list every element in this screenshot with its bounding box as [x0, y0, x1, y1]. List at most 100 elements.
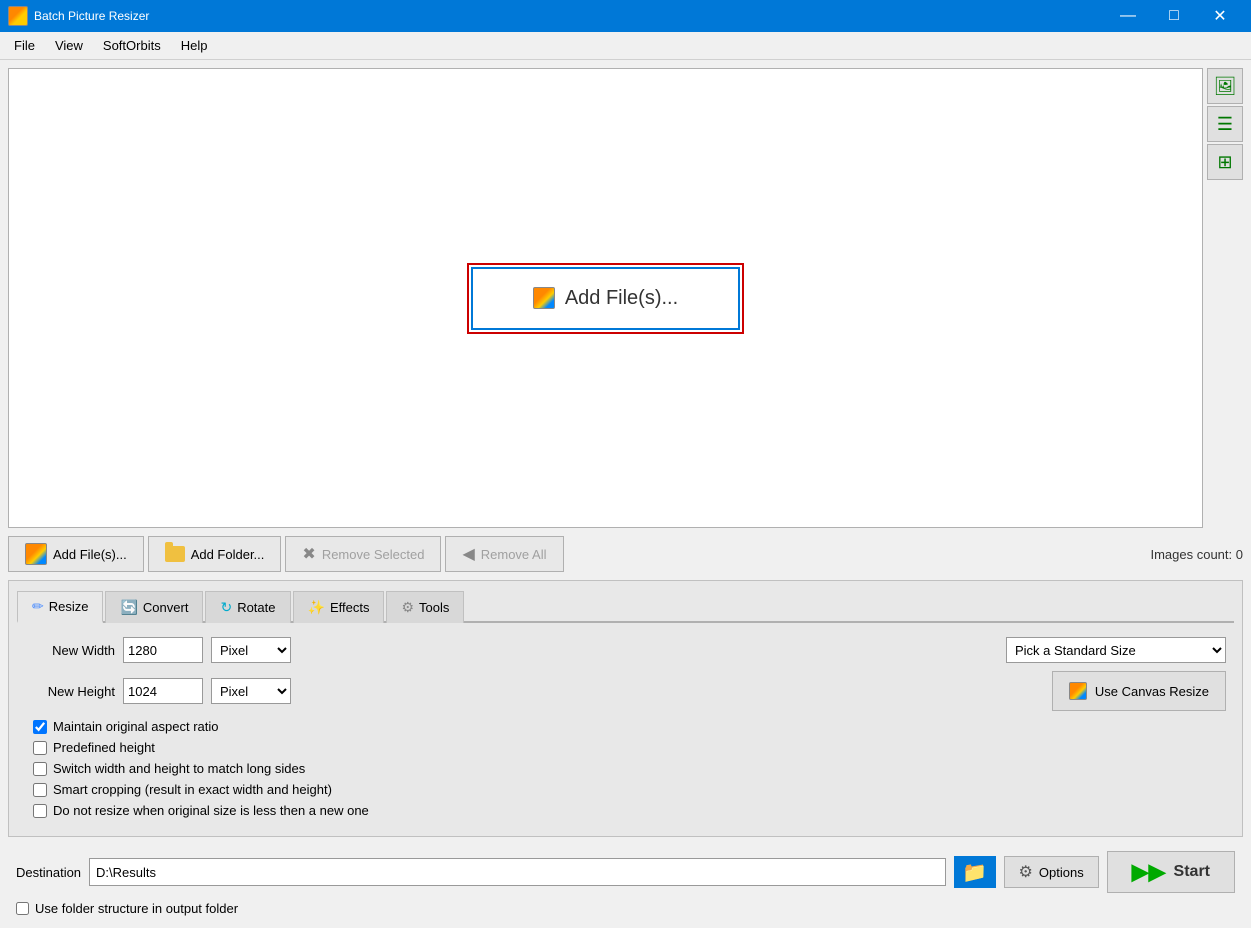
titlebar-controls: — □ ✕: [1105, 0, 1243, 32]
menu-file[interactable]: File: [4, 34, 45, 57]
view-thumbnail-button[interactable]: 🖼: [1207, 68, 1243, 104]
canvas-resize-label: Use Canvas Resize: [1095, 684, 1209, 699]
switch-wh-label: Switch width and height to match long si…: [53, 761, 305, 776]
tab-tools[interactable]: ⚙ Tools: [386, 591, 464, 623]
thumbnail-view-icon: 🖼: [1214, 76, 1237, 97]
footer-bar: Use folder structure in output folder: [8, 901, 1243, 920]
tab-resize-label: Resize: [49, 599, 89, 614]
list-view-icon: ☰: [1217, 114, 1233, 135]
destination-browse-button[interactable]: 📁: [954, 856, 996, 888]
rotate-tab-icon: ↻: [220, 599, 232, 616]
new-width-unit-select[interactable]: Pixel Percent Inch Cm: [211, 637, 291, 663]
remove-selected-label: Remove Selected: [322, 547, 425, 562]
canvas-resize-button[interactable]: Use Canvas Resize: [1052, 671, 1226, 711]
maintain-aspect-checkbox[interactable]: [33, 720, 47, 734]
new-width-input[interactable]: [123, 637, 203, 663]
menu-help[interactable]: Help: [171, 34, 218, 57]
smart-crop-label: Smart cropping (result in exact width an…: [53, 782, 332, 797]
add-files-icon: [25, 543, 47, 565]
resize-panel: New Width Pixel Percent Inch Cm Pick a S…: [17, 633, 1234, 828]
switch-wh-checkbox[interactable]: [33, 762, 47, 776]
add-folder-label: Add Folder...: [191, 547, 265, 562]
start-arrow-icon: ▶▶: [1132, 859, 1166, 885]
view-list-button[interactable]: ☰: [1207, 106, 1243, 142]
minimize-button[interactable]: —: [1105, 0, 1151, 32]
image-area: Add File(s)...: [8, 68, 1203, 528]
effects-tab-icon: ✨: [308, 599, 325, 616]
tab-rotate[interactable]: ↻ Rotate: [205, 591, 290, 623]
start-label: Start: [1174, 863, 1210, 881]
footer-left: Use folder structure in output folder: [16, 901, 238, 916]
canvas-resize-icon: [1069, 682, 1087, 700]
destination-input[interactable]: [89, 858, 946, 886]
maximize-button[interactable]: □: [1151, 0, 1197, 32]
destination-label: Destination: [16, 865, 81, 880]
view-buttons: 🖼 ☰ ⊞: [1207, 68, 1243, 528]
tab-tools-label: Tools: [419, 600, 449, 615]
standard-size-select[interactable]: Pick a Standard Size: [1006, 637, 1226, 663]
add-files-button[interactable]: Add File(s)...: [8, 536, 144, 572]
tab-convert[interactable]: 🔄 Convert: [105, 591, 203, 623]
add-files-label: Add File(s)...: [53, 547, 127, 562]
add-folder-icon: [165, 546, 185, 562]
predefined-height-label: Predefined height: [53, 740, 155, 755]
maintain-aspect-row: Maintain original aspect ratio: [33, 719, 1226, 734]
view-grid-button[interactable]: ⊞: [1207, 144, 1243, 180]
tab-resize[interactable]: ✏ Resize: [17, 591, 103, 623]
new-height-unit-select[interactable]: Pixel Percent Inch Cm: [211, 678, 291, 704]
close-button[interactable]: ✕: [1197, 0, 1243, 32]
image-area-wrapper: Add File(s)... 🖼 ☰ ⊞: [8, 68, 1243, 528]
folder-structure-label: Use folder structure in output folder: [35, 901, 238, 916]
options-button[interactable]: ⚙ Options: [1004, 856, 1099, 888]
switch-wh-row: Switch width and height to match long si…: [33, 761, 1226, 776]
maintain-aspect-label: Maintain original aspect ratio: [53, 719, 218, 734]
add-files-center-button[interactable]: Add File(s)...: [471, 267, 740, 330]
add-files-center-icon: [533, 287, 555, 309]
images-count: Images count: 0: [1150, 547, 1243, 562]
destination-bar: Destination 📁 ⚙ Options ▶▶ Start: [8, 847, 1243, 897]
remove-all-icon: ◀: [462, 544, 474, 564]
convert-tab-icon: 🔄: [120, 599, 137, 616]
predefined-height-checkbox[interactable]: [33, 741, 47, 755]
smart-crop-checkbox[interactable]: [33, 783, 47, 797]
new-width-label: New Width: [25, 643, 115, 658]
tab-effects[interactable]: ✨ Effects: [293, 591, 385, 623]
images-count-label: Images count:: [1150, 547, 1232, 562]
main-container: Add File(s)... 🖼 ☰ ⊞ Add File(s)... Add …: [0, 60, 1251, 928]
remove-selected-button[interactable]: ✖ Remove Selected: [285, 536, 441, 572]
tab-rotate-label: Rotate: [237, 600, 275, 615]
predefined-height-row: Predefined height: [33, 740, 1226, 755]
menu-softorbits[interactable]: SoftOrbits: [93, 34, 171, 57]
new-height-input[interactable]: [123, 678, 203, 704]
remove-all-button[interactable]: ◀ Remove All: [445, 536, 563, 572]
start-button[interactable]: ▶▶ Start: [1107, 851, 1235, 893]
folder-structure-checkbox[interactable]: [16, 902, 29, 915]
tabs: ✏ Resize 🔄 Convert ↻ Rotate ✨ Effects ⚙ …: [17, 589, 1234, 623]
toolbar: Add File(s)... Add Folder... ✖ Remove Se…: [8, 534, 1243, 574]
options-gear-icon: ⚙: [1019, 862, 1033, 882]
bottom-panel: ✏ Resize 🔄 Convert ↻ Rotate ✨ Effects ⚙ …: [8, 580, 1243, 837]
add-files-center-label: Add File(s)...: [565, 287, 678, 310]
menu-view[interactable]: View: [45, 34, 93, 57]
app-title: Batch Picture Resizer: [34, 9, 149, 23]
grid-view-icon: ⊞: [1217, 152, 1232, 173]
tab-effects-label: Effects: [330, 600, 370, 615]
footer-section: Destination 📁 ⚙ Options ▶▶ Start Use fol…: [8, 843, 1243, 920]
remove-all-label: Remove All: [481, 547, 547, 562]
new-height-row: New Height Pixel Percent Inch Cm Use Can…: [25, 671, 1226, 711]
tools-tab-icon: ⚙: [401, 599, 414, 616]
remove-selected-icon: ✖: [302, 544, 315, 564]
no-resize-checkbox[interactable]: [33, 804, 47, 818]
resize-content: New Width Pixel Percent Inch Cm Pick a S…: [25, 637, 1226, 824]
resize-tab-icon: ✏: [32, 598, 44, 615]
add-folder-button[interactable]: Add Folder...: [148, 536, 282, 572]
new-width-row: New Width Pixel Percent Inch Cm Pick a S…: [25, 637, 1226, 663]
resize-left: New Width Pixel Percent Inch Cm Pick a S…: [25, 637, 1226, 824]
menubar: File View SoftOrbits Help: [0, 32, 1251, 60]
titlebar-left: Batch Picture Resizer: [8, 6, 149, 26]
app-icon: [8, 6, 28, 26]
no-resize-label: Do not resize when original size is less…: [53, 803, 369, 818]
browse-folder-icon: 📁: [962, 860, 987, 885]
options-label: Options: [1039, 865, 1084, 880]
images-count-value: 0: [1236, 547, 1243, 562]
